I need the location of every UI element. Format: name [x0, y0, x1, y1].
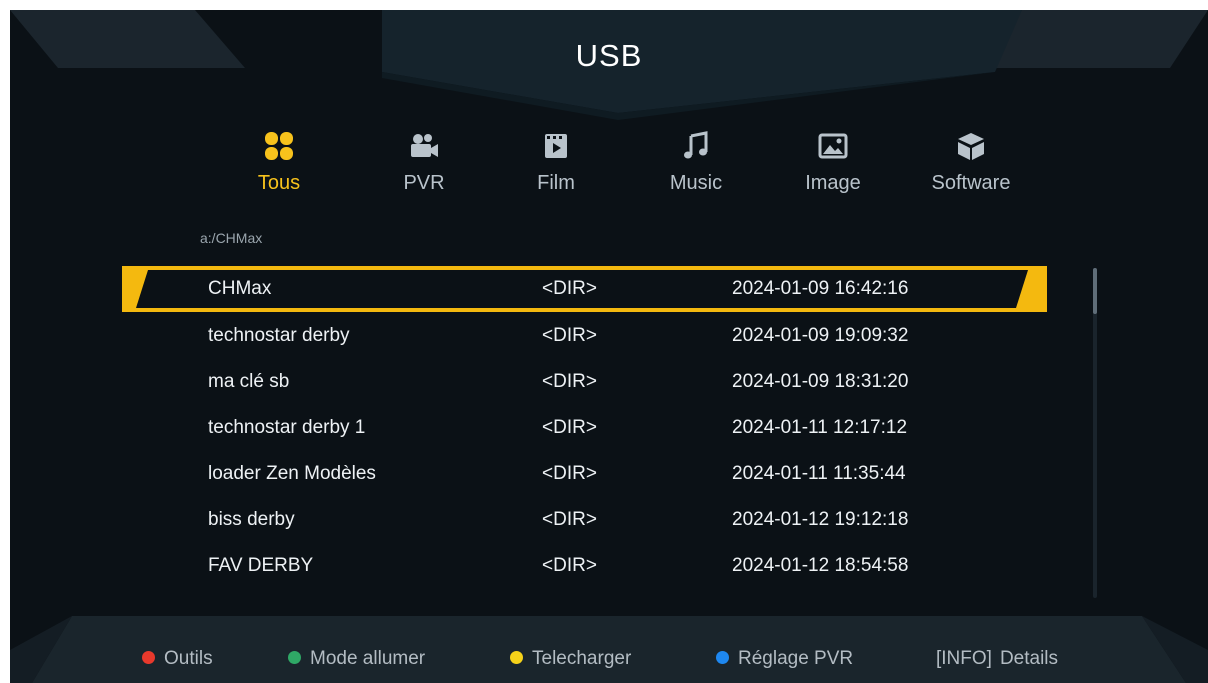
file-date: 2024-01-09 18:31:20 — [732, 371, 909, 392]
file-row[interactable]: technostar derby 1 <DIR> 2024-01-11 12:1… — [122, 405, 1047, 451]
info-key-hint[interactable]: [INFO] Details — [936, 648, 1058, 670]
current-path: a:/CHMax — [200, 230, 263, 246]
file-row[interactable]: ma clé sb <DIR> 2024-01-09 18:31:20 — [122, 359, 1047, 405]
red-key-hint[interactable]: Outils — [142, 648, 213, 670]
info-key-label: Details — [999, 648, 1059, 669]
red-key-label: Outils — [164, 648, 213, 669]
tab-film[interactable]: Film — [486, 130, 626, 195]
file-row[interactable]: loader Zen Modèles <DIR> 2024-01-11 11:3… — [122, 451, 1047, 497]
blue-key-hint[interactable]: Réglage PVR — [716, 648, 853, 670]
file-type: <DIR> — [542, 371, 597, 392]
footer-legend: Outils Mode allumer Telecharger Réglage … — [10, 616, 1208, 683]
file-date: 2024-01-11 11:35:44 — [732, 463, 906, 484]
file-type: <DIR> — [542, 417, 597, 438]
green-key-hint[interactable]: Mode allumer — [288, 648, 425, 670]
file-name: technostar derby — [208, 325, 350, 346]
file-name: FAV DERBY — [208, 555, 314, 576]
tab-label: Tous — [257, 172, 301, 194]
tab-label: Music — [669, 172, 723, 194]
file-type: <DIR> — [542, 463, 597, 484]
file-row[interactable]: FAV DERBY <DIR> 2024-01-12 18:54:58 — [122, 543, 1047, 589]
file-date: 2024-01-12 18:54:58 — [732, 555, 909, 576]
green-dot-icon — [288, 651, 301, 664]
yellow-key-hint[interactable]: Telecharger — [510, 648, 631, 670]
music-icon — [684, 131, 708, 159]
file-date: 2024-01-09 19:09:32 — [732, 325, 909, 346]
red-dot-icon — [142, 651, 155, 664]
file-name: loader Zen Modèles — [208, 463, 376, 484]
scroll-thumb[interactable] — [1093, 268, 1097, 314]
category-tabs: Tous PVR Film Music Image Software — [190, 130, 1050, 210]
camera-icon — [411, 134, 438, 157]
file-type: <DIR> — [542, 555, 597, 576]
file-type: <DIR> — [542, 325, 597, 346]
tab-label: Film — [537, 172, 575, 194]
file-row[interactable]: technostar derby <DIR> 2024-01-09 19:09:… — [122, 313, 1047, 359]
file-type: <DIR> — [542, 278, 597, 299]
yellow-key-label: Telecharger — [532, 648, 632, 669]
file-name: CHMax — [208, 278, 272, 299]
scrollbar[interactable] — [1093, 268, 1097, 598]
package-icon — [958, 133, 984, 160]
file-list: CHMax <DIR> 2024-01-09 16:42:16 technost… — [122, 266, 1047, 606]
file-date: 2024-01-12 19:12:18 — [732, 509, 909, 530]
film-icon — [545, 134, 567, 158]
yellow-dot-icon — [510, 651, 523, 664]
usb-screen: USB Tous PVR Film Music Image Software a… — [10, 10, 1208, 683]
tab-music[interactable]: Music — [626, 130, 766, 195]
blue-key-label: Réglage PVR — [738, 648, 854, 669]
tab-label: Image — [805, 172, 861, 194]
tab-software[interactable]: Software — [901, 130, 1041, 195]
tab-image[interactable]: Image — [763, 130, 903, 195]
grid-icon — [265, 132, 293, 160]
page-title: USB — [575, 38, 643, 73]
tab-tous[interactable]: Tous — [209, 130, 349, 195]
blue-dot-icon — [716, 651, 729, 664]
file-row-selected[interactable]: CHMax <DIR> 2024-01-09 16:42:16 — [122, 266, 1047, 312]
file-name: ma clé sb — [208, 371, 290, 392]
file-date: 2024-01-09 16:42:16 — [732, 278, 909, 299]
image-icon — [818, 133, 848, 159]
file-type: <DIR> — [542, 509, 597, 530]
file-date: 2024-01-11 12:17:12 — [732, 417, 908, 438]
tab-label: Software — [931, 172, 1011, 194]
tab-label: PVR — [403, 172, 445, 194]
tab-pvr[interactable]: PVR — [354, 130, 494, 195]
file-row[interactable]: biss derby <DIR> 2024-01-12 19:12:18 — [122, 497, 1047, 543]
file-name: technostar derby 1 — [208, 417, 366, 438]
info-key: [INFO] — [936, 648, 992, 669]
file-name: biss derby — [208, 509, 295, 530]
green-key-label: Mode allumer — [310, 648, 426, 669]
